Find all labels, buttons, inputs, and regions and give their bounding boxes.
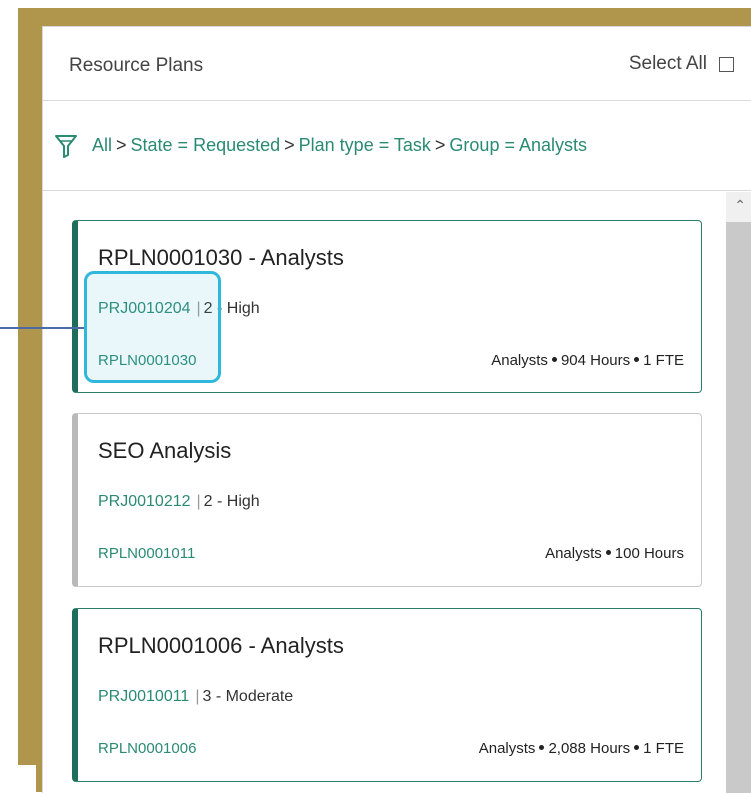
scroll-up-icon[interactable]: ⌃ — [734, 197, 746, 214]
card-stats: Analysts 2,088 Hours 1 FTE — [479, 740, 684, 757]
plan-reference-link[interactable]: RPLN0001006 — [98, 740, 196, 757]
project-link[interactable]: PRJ0010011 — [98, 688, 189, 705]
panel-header: Resource Plans Select All — [43, 27, 751, 101]
card-meta: PRJ0010011 | 3 - Moderate — [98, 688, 294, 705]
select-all-label: Select All — [628, 53, 707, 74]
card-title: RPLN0001006 - Analysts — [98, 633, 344, 658]
resource-plan-card[interactable]: SEO Analysis PRJ0010212 | 2 - High RPLN000… — [72, 413, 702, 587]
card-stats: Analysts 100 Hours — [545, 545, 684, 562]
priority: 3 - Moderate — [202, 688, 294, 705]
bullet-dot — [539, 745, 545, 751]
bullet-dot — [634, 745, 640, 751]
funnel-icon[interactable] — [54, 133, 78, 159]
crumb-separator: > — [284, 135, 295, 155]
callout-line — [0, 327, 84, 329]
select-all-control[interactable]: Select All — [629, 53, 734, 75]
priority: 2 - High — [203, 493, 260, 510]
project-link[interactable]: PRJ0010212 — [98, 493, 191, 510]
stat-group: Analysts — [491, 352, 548, 369]
resource-plans-panel: Resource Plans Select All All > State = … — [42, 26, 751, 793]
card-stats: Analysts 904 Hours 1 FTE — [491, 352, 684, 369]
crumb-plan-type[interactable]: Plan type = Task — [299, 135, 431, 156]
stat-hours: 2,088 Hours — [548, 740, 631, 757]
filter-breadcrumb: All > State = Requested > Plan type = Ta… — [43, 101, 751, 191]
bullet-dot — [634, 357, 640, 363]
bullet-dot — [605, 550, 611, 556]
stat-hours: 100 Hours — [614, 545, 684, 562]
crumb-group[interactable]: Group = Analysts — [449, 135, 587, 156]
scrollbar-thumb[interactable] — [726, 222, 751, 793]
select-all-checkbox[interactable] — [719, 56, 734, 72]
stat-group: Analysts — [478, 740, 536, 757]
stat-group: Analysts — [545, 545, 602, 562]
card-meta: PRJ0010212 | 2 - High — [98, 493, 260, 510]
callout-highlight — [84, 271, 221, 383]
card-title: SEO Analysis — [98, 438, 232, 463]
resource-plan-card[interactable]: RPLN0001006 - Analysts PRJ0010011 | 3 - Mo… — [72, 608, 702, 782]
crumb-state[interactable]: State = Requested — [131, 135, 281, 156]
frame-gap — [0, 765, 36, 792]
crumb-all[interactable]: All — [92, 135, 112, 156]
bullet-dot — [551, 357, 557, 363]
card-title: RPLN0001030 - Analysts — [98, 245, 344, 270]
stat-hours: 904 Hours — [560, 352, 631, 369]
stat-fte: 1 FTE — [643, 740, 684, 757]
panel-title: Resource Plans — [69, 55, 204, 76]
crumb-separator: > — [116, 135, 127, 155]
crumb-separator: > — [434, 135, 446, 155]
stat-fte: 1 FTE — [643, 352, 684, 369]
plan-reference-link[interactable]: RPLN0001011 — [98, 545, 195, 562]
